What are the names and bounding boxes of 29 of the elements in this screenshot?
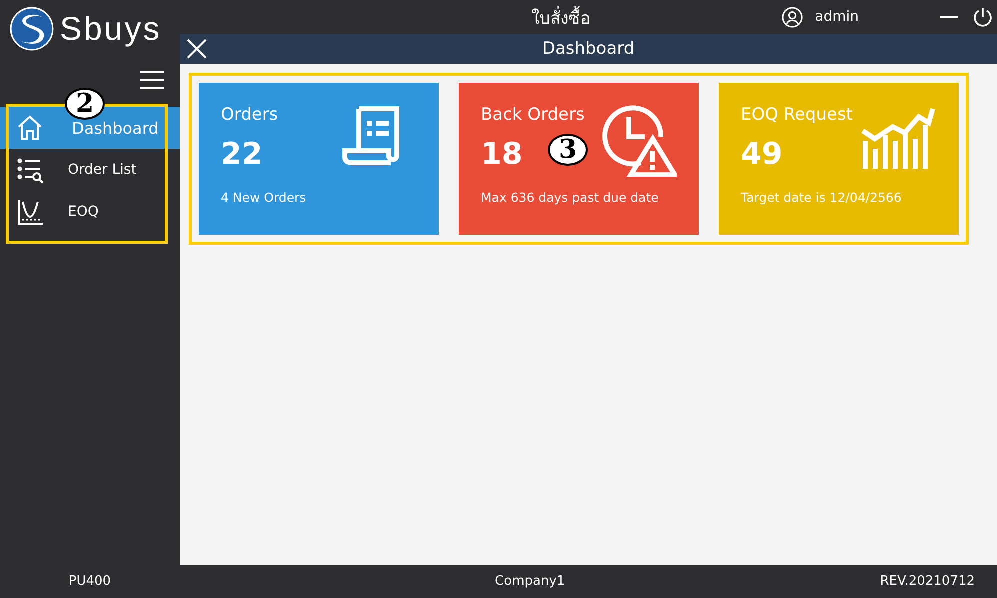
card-title: EOQ Request xyxy=(741,105,854,125)
card-title: Orders xyxy=(221,105,280,125)
user-name: admin xyxy=(815,9,859,25)
sidebar-item[interactable]: EOQ xyxy=(0,191,180,233)
close-icon[interactable] xyxy=(186,38,208,60)
card-title: Back Orders xyxy=(481,105,586,125)
status-revision: REV.20210712 xyxy=(880,574,976,589)
status-code: PU400 xyxy=(68,574,112,589)
menu-icon[interactable] xyxy=(140,70,164,90)
logo-text: Sbuys xyxy=(60,10,162,48)
logo-icon xyxy=(10,7,54,51)
curve-chart-icon xyxy=(16,198,44,226)
list-search-icon xyxy=(16,156,44,184)
summary-card[interactable]: Orders 22 4 New Orders xyxy=(199,83,439,235)
card-value: 18 xyxy=(481,137,523,172)
home-icon xyxy=(16,114,44,142)
card-note: 4 New Orders xyxy=(221,190,308,205)
power-icon[interactable] xyxy=(973,7,993,27)
status-company: Company1 xyxy=(494,574,566,589)
user-icon xyxy=(782,6,804,28)
card-note: Target date is 12/04/2566 xyxy=(741,190,903,205)
card-value: 49 xyxy=(741,137,783,172)
app-title: ใบสั่งซื้อ xyxy=(180,4,782,30)
page-title: Dashboard xyxy=(542,39,635,59)
clock-warning-icon xyxy=(601,105,677,177)
card-value: 22 xyxy=(221,137,263,172)
sidebar-item[interactable]: Order List xyxy=(0,149,180,191)
callout-tooltip: 2 xyxy=(65,88,105,120)
card-note: Max 636 days past due date xyxy=(481,190,660,205)
